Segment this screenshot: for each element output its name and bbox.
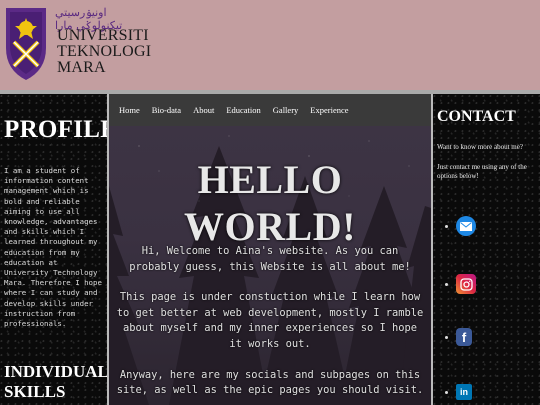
hero-title: HELLO WORLD! [184, 157, 356, 249]
nav-bio-data[interactable]: Bio-data [152, 105, 181, 115]
hero-paragraph: Anyway, here are my socials and subpages… [116, 368, 424, 397]
logo-name: UNIVERSITI TEKNOLOGI MARA [57, 27, 152, 76]
contact-facebook[interactable]: f [445, 328, 472, 346]
mail-icon[interactable] [456, 216, 476, 236]
profile-text: I am a student of information content ma… [4, 166, 102, 329]
contact-line-2: Just contact me using any of the options… [437, 163, 527, 180]
contact-panel: CONTACT Want to know more about me? Just… [433, 94, 540, 405]
contact-mail[interactable] [445, 216, 476, 236]
hero-section: HELLO WORLD! Hi, Welcome to Aina's websi… [109, 126, 431, 405]
header: اونيۏرسيتي تيكنولوݢي مارا UNIVERSITI TEK… [0, 0, 540, 90]
uitm-logo[interactable]: اونيۏرسيتي تيكنولوݢي مارا UNIVERSITI TEK… [3, 4, 151, 84]
nav-gallery[interactable]: Gallery [273, 105, 299, 115]
profile-title: PROFILE [4, 116, 107, 143]
facebook-icon[interactable]: f [456, 328, 472, 346]
linkedin-icon[interactable]: in [456, 384, 472, 400]
crest-icon [6, 8, 46, 80]
contact-instagram[interactable] [445, 274, 476, 294]
contact-linkedin[interactable]: in [445, 384, 472, 400]
hero-message: Hi, Welcome to Aina's website. As you ca… [115, 244, 425, 405]
nav-education[interactable]: Education [226, 105, 260, 115]
bullet [445, 390, 448, 394]
instagram-icon[interactable] [456, 274, 476, 294]
contact-title: CONTACT [437, 108, 516, 125]
skills-title: INDIVIDUAL SKILLS [4, 362, 107, 401]
bullet [445, 335, 448, 339]
nav-experience[interactable]: Experience [310, 105, 348, 115]
nav-home[interactable]: Home [119, 105, 140, 115]
contact-line-1: Want to know more about me? [437, 143, 523, 151]
bullet [445, 224, 448, 228]
bullet [445, 282, 448, 286]
top-nav: Home Bio-data About Education Gallery Ex… [109, 94, 431, 126]
profile-panel: PROFILE I am a student of information co… [0, 94, 107, 405]
nav-about[interactable]: About [193, 105, 214, 115]
main-panel: Home Bio-data About Education Gallery Ex… [109, 94, 431, 405]
hero-paragraph: This page is under constuction while I l… [116, 291, 424, 350]
hero-paragraph: Hi, Welcome to Aina's website. As you ca… [129, 245, 411, 273]
